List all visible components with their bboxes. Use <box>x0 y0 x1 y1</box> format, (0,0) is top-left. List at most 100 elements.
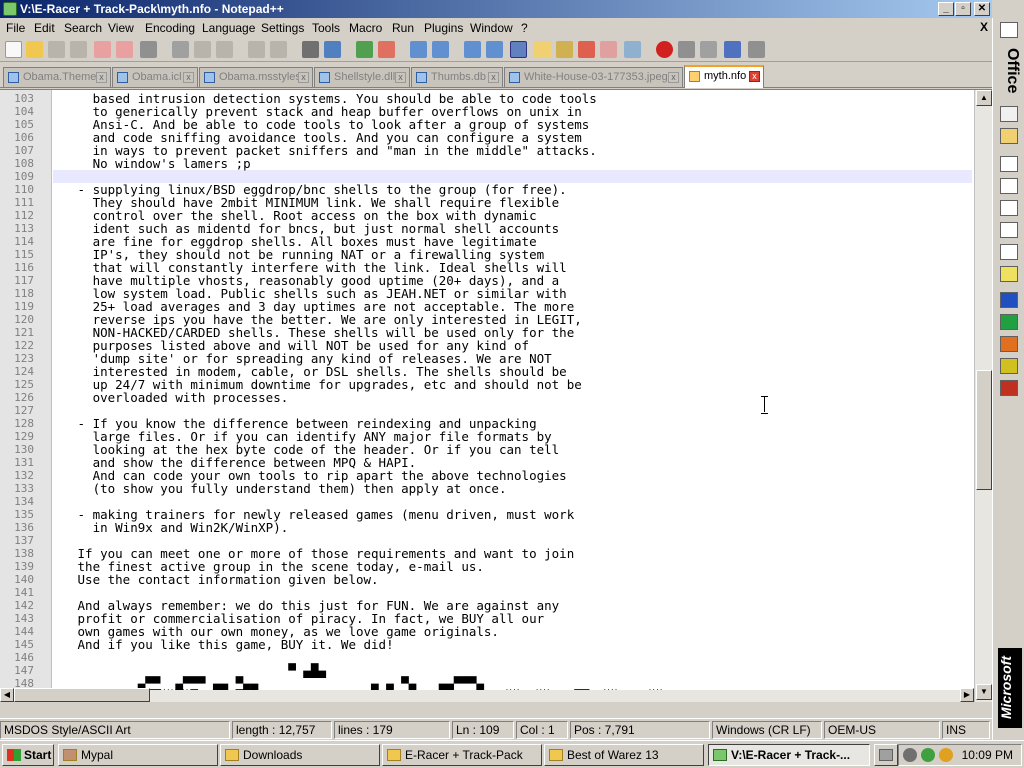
print-icon[interactable] <box>140 41 157 58</box>
menu-encoding[interactable]: Encoding <box>145 21 195 35</box>
new-note-icon[interactable] <box>1000 266 1018 282</box>
new-appointment-icon[interactable] <box>1000 178 1018 194</box>
tray-search-icon[interactable] <box>939 748 953 762</box>
tray-network-icon[interactable] <box>921 748 935 762</box>
text-line[interactable]: And if you like this game, BUY it. We di… <box>70 638 394 651</box>
save-all-icon[interactable] <box>70 41 87 58</box>
menu-file[interactable]: File <box>6 21 25 35</box>
indent-guide-icon[interactable] <box>510 41 527 58</box>
outlook-icon[interactable] <box>1000 358 1018 374</box>
function-list-icon[interactable] <box>578 41 595 58</box>
tab-shellstyle-dll[interactable]: Shellstyle.dll x <box>314 67 410 87</box>
folder-workspace-icon[interactable] <box>600 41 617 58</box>
tab-close-icon[interactable]: x <box>668 72 679 83</box>
undo-icon[interactable] <box>248 41 265 58</box>
tab-myth-nfo[interactable]: myth.nfo x <box>684 65 764 88</box>
menu-edit[interactable]: Edit <box>34 21 55 35</box>
text-area[interactable]: based intrusion detection systems. You s… <box>0 90 972 690</box>
text-line[interactable]: overloaded with processes. <box>70 391 289 404</box>
vertical-scrollbar[interactable]: ▲ ▼ <box>974 90 992 702</box>
tab-close-icon[interactable]: x <box>96 72 107 83</box>
title-bar[interactable]: V:\E-Racer + Track-Pack\myth.nfo - Notep… <box>0 0 992 18</box>
clock[interactable]: 10:09 PM <box>962 745 1013 765</box>
menu-view[interactable]: View <box>108 21 134 35</box>
stop-macro-icon[interactable] <box>678 41 695 58</box>
editor[interactable]: 103 104 105 106 107 108 109 110 111 112 113 114 115 1… <box>0 89 992 703</box>
maximize-button[interactable]: ▫ <box>955 2 971 16</box>
tab-obama-msstyles[interactable]: Obama.msstyles x <box>199 67 313 87</box>
hscroll-thumb[interactable] <box>14 688 150 702</box>
redo-icon[interactable] <box>270 41 287 58</box>
tab-close-icon[interactable]: x <box>298 72 309 83</box>
show-all-chars-icon[interactable] <box>486 41 503 58</box>
monitoring-icon[interactable] <box>624 41 641 58</box>
tray-app-icon[interactable] <box>903 748 917 762</box>
task-mypal[interactable]: Mypal <box>58 744 218 766</box>
word-icon[interactable] <box>1000 292 1018 308</box>
new-message-icon[interactable] <box>1000 156 1018 172</box>
menu-macro[interactable]: Macro <box>349 21 382 35</box>
text-line[interactable]: Use the contact information given below. <box>70 573 379 586</box>
task-notepadpp[interactable]: V:\E-Racer + Track-... <box>708 744 870 766</box>
scroll-up-icon[interactable]: ▲ <box>976 90 992 106</box>
scroll-left-icon[interactable]: ◀ <box>0 688 14 702</box>
task-e-racer-folder[interactable]: E-Racer + Track-Pack <box>382 744 542 766</box>
zoom-in-icon[interactable] <box>356 41 373 58</box>
play-macro-icon[interactable] <box>700 41 717 58</box>
new-journal-icon[interactable] <box>1000 244 1018 260</box>
new-contact-icon[interactable] <box>1000 222 1018 238</box>
menu-plugins[interactable]: Plugins <box>424 21 463 35</box>
notepadpp-app-icon[interactable] <box>3 2 17 16</box>
open-file-icon[interactable] <box>26 41 43 58</box>
new-office-doc-icon[interactable] <box>1000 106 1018 122</box>
task-downloads[interactable]: Downloads <box>220 744 380 766</box>
access-icon[interactable] <box>1000 380 1018 396</box>
text-line[interactable]: (to show you fully understand them) then… <box>70 482 507 495</box>
replace-icon[interactable] <box>324 41 341 58</box>
close-file-icon[interactable] <box>94 41 111 58</box>
office-menu-icon[interactable] <box>1000 22 1018 38</box>
task-best-of-warez[interactable]: Best of Warez 13 <box>544 744 704 766</box>
menu-language[interactable]: Language <box>202 21 255 35</box>
menu-window[interactable]: Window <box>470 21 513 35</box>
doc-map-icon[interactable] <box>556 41 573 58</box>
powerpoint-icon[interactable] <box>1000 336 1018 352</box>
document-close-icon[interactable]: X <box>980 20 988 34</box>
run-macro-multiple-icon[interactable] <box>724 41 741 58</box>
scroll-thumb[interactable] <box>976 370 992 490</box>
record-macro-icon[interactable] <box>656 41 673 58</box>
sync-horizontal-icon[interactable] <box>432 41 449 58</box>
tab-close-icon[interactable]: x <box>488 72 499 83</box>
menu-run[interactable]: Run <box>392 21 414 35</box>
excel-icon[interactable] <box>1000 314 1018 330</box>
start-button[interactable]: Start <box>2 744 54 766</box>
new-task-icon[interactable] <box>1000 200 1018 216</box>
zoom-out-icon[interactable] <box>378 41 395 58</box>
horizontal-scrollbar[interactable]: ◀ ▶ <box>0 688 974 702</box>
tab-obama-theme[interactable]: Obama.Theme x <box>3 67 111 87</box>
tab-close-icon[interactable]: x <box>395 72 406 83</box>
find-icon[interactable] <box>302 41 319 58</box>
tab-close-icon[interactable]: x <box>183 72 194 83</box>
tab-obama-icl[interactable]: Obama.icl x <box>112 67 198 87</box>
scroll-right-icon[interactable]: ▶ <box>960 688 974 702</box>
save-macro-icon[interactable] <box>748 41 765 58</box>
copy-icon[interactable] <box>194 41 211 58</box>
menu-tools[interactable]: Tools <box>312 21 340 35</box>
paste-icon[interactable] <box>216 41 233 58</box>
tab-white-house-jpeg[interactable]: White-House-03-177353.jpeg x <box>504 67 683 87</box>
cut-icon[interactable] <box>172 41 189 58</box>
tab-thumbs-db[interactable]: Thumbs.db x <box>411 67 503 87</box>
menu-search[interactable]: Search <box>64 21 102 35</box>
scroll-down-icon[interactable]: ▼ <box>976 684 992 700</box>
udl-dialog-icon[interactable] <box>534 41 551 58</box>
text-line[interactable]: in Win9x and Win2K/WinXP). <box>70 521 289 534</box>
menu-settings[interactable]: Settings <box>261 21 304 35</box>
sync-vertical-icon[interactable] <box>410 41 427 58</box>
text-line[interactable]: No window's lamers ;p <box>70 157 251 170</box>
open-office-doc-icon[interactable] <box>1000 128 1018 144</box>
close-all-icon[interactable] <box>116 41 133 58</box>
minimize-button[interactable]: _ <box>938 2 954 16</box>
menu-help[interactable]: ? <box>521 21 528 35</box>
tab-close-icon[interactable]: x <box>749 71 760 82</box>
